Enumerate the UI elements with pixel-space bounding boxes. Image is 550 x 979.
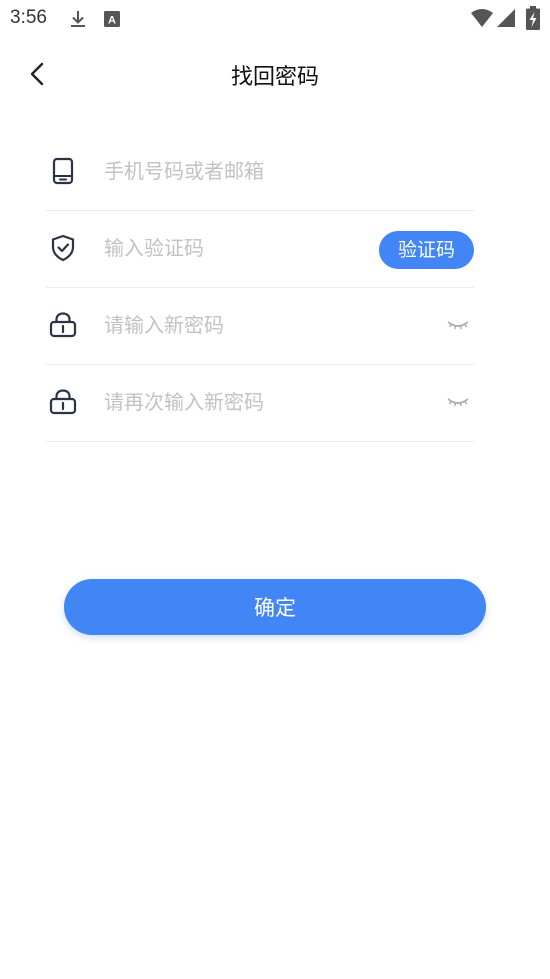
confirm-button[interactable]: 确定 (64, 579, 486, 635)
phone-email-row (46, 133, 474, 211)
new-password-row (46, 287, 474, 365)
status-time: 3:56 (10, 7, 47, 28)
eye-closed-icon[interactable] (446, 317, 470, 333)
lock-icon (49, 389, 77, 415)
confirm-password-row (46, 364, 474, 442)
svg-text:A: A (108, 15, 116, 27)
phone-email-input[interactable] (104, 153, 364, 189)
page-title: 找回密码 (230, 65, 319, 90)
status-bar: 3:56 A (0, 0, 550, 36)
new-password-input[interactable] (104, 307, 364, 343)
confirm-password-input[interactable] (104, 384, 364, 420)
font-app-icon: A (104, 11, 120, 27)
wifi-icon (471, 9, 493, 27)
get-code-button[interactable]: 验证码 (379, 231, 474, 269)
verification-code-input[interactable] (104, 230, 364, 266)
eye-closed-icon[interactable] (446, 394, 470, 410)
verification-code-row: 验证码 (46, 210, 474, 288)
battery-charging-icon (526, 6, 540, 30)
lock-icon (49, 312, 77, 338)
phone-icon (52, 157, 74, 185)
top-nav: 找回密码 (0, 48, 550, 100)
signal-icon (497, 9, 515, 27)
shield-check-icon (51, 234, 75, 262)
download-icon (71, 11, 85, 27)
